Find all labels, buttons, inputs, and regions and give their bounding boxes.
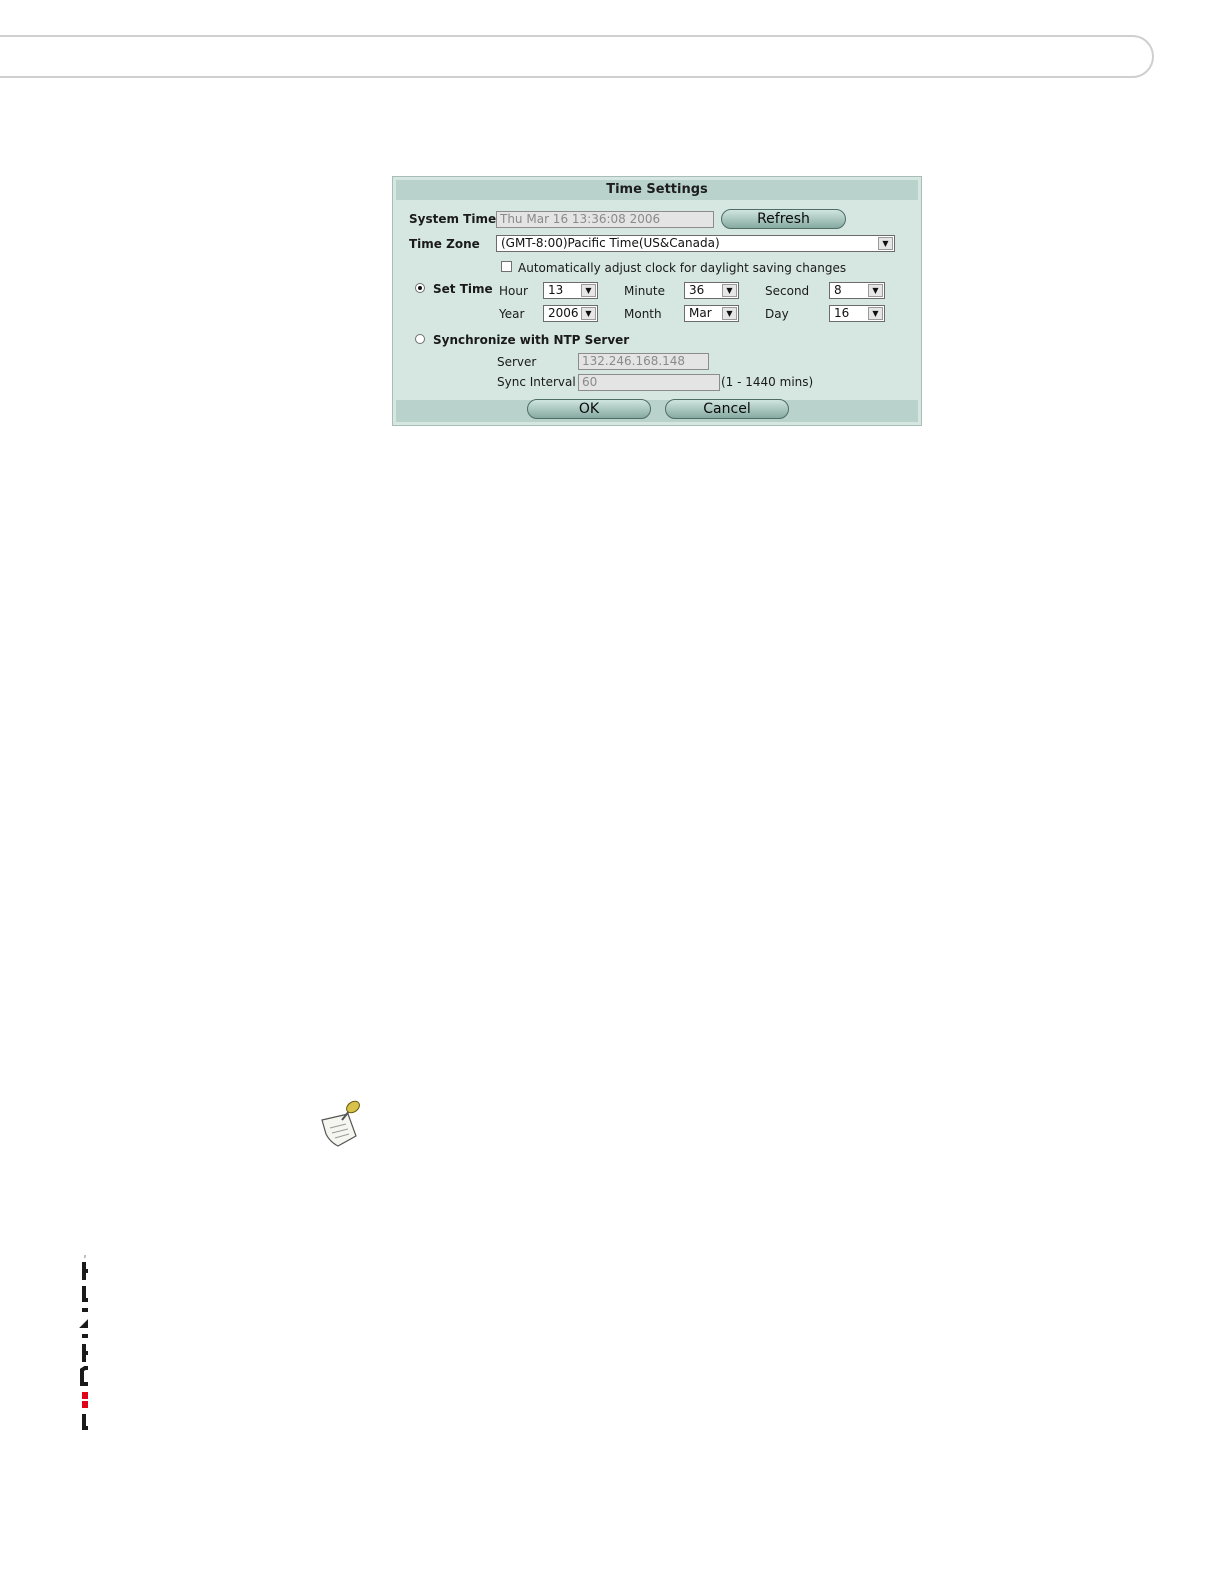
time-settings-dialog: Time Settings System Time Thu Mar 16 13:… [392, 176, 922, 426]
year-select[interactable]: 2006 ▼ [543, 305, 598, 322]
dst-label: Automatically adjust clock for daylight … [518, 261, 847, 275]
second-label: Second [765, 284, 810, 298]
day-value: 16 [834, 306, 850, 320]
time-zone-select[interactable]: (GMT-8:00)Pacific Time(US&Canada) ▼ [496, 235, 895, 252]
fortinet-logo: ™ [79, 1254, 88, 1430]
day-label: Day [765, 307, 789, 321]
minute-value: 36 [689, 283, 705, 297]
chevron-down-icon[interactable]: ▼ [581, 307, 596, 320]
chevron-down-icon[interactable]: ▼ [581, 284, 596, 297]
chevron-down-icon[interactable]: ▼ [722, 307, 737, 320]
set-time-label: Set Time [433, 282, 493, 296]
year-label: Year [499, 307, 525, 321]
year-value: 2006 [548, 306, 579, 320]
day-select[interactable]: 16 ▼ [829, 305, 885, 322]
refresh-button[interactable]: Refresh [721, 209, 846, 229]
minute-select[interactable]: 36 ▼ [684, 282, 739, 299]
chevron-down-icon[interactable]: ▼ [878, 237, 893, 250]
sync-interval-hint: (1 - 1440 mins) [721, 375, 814, 389]
month-select[interactable]: Mar ▼ [684, 305, 739, 322]
server-label: Server [497, 355, 537, 369]
minute-label: Minute [624, 284, 665, 298]
ntp-radio[interactable] [415, 334, 425, 344]
month-value: Mar [689, 306, 712, 320]
cancel-button[interactable]: Cancel [665, 399, 789, 419]
system-time-field: Thu Mar 16 13:36:08 2006 [496, 211, 714, 228]
sync-interval-field[interactable]: 60 [578, 374, 720, 391]
chevron-down-icon[interactable]: ▼ [868, 284, 883, 297]
page-header-bar [0, 35, 1154, 78]
server-field[interactable]: 132.246.168.148 [578, 353, 709, 370]
ntp-label: Synchronize with NTP Server [433, 333, 630, 347]
second-select[interactable]: 8 ▼ [829, 282, 885, 299]
system-time-label: System Time [409, 212, 497, 226]
chevron-down-icon[interactable]: ▼ [722, 284, 737, 297]
month-label: Month [624, 307, 662, 321]
dst-checkbox[interactable] [501, 261, 512, 272]
dialog-footer [396, 400, 918, 422]
chevron-down-icon[interactable]: ▼ [868, 307, 883, 320]
svg-text:™: ™ [84, 1254, 88, 1259]
hour-label: Hour [499, 284, 528, 298]
note-pin-icon [321, 1100, 360, 1147]
time-zone-value: (GMT-8:00)Pacific Time(US&Canada) [501, 236, 720, 250]
hour-value: 13 [548, 283, 564, 297]
ok-button[interactable]: OK [527, 399, 651, 419]
second-value: 8 [834, 283, 842, 297]
sync-interval-label: Sync Interval [497, 375, 576, 389]
time-zone-label: Time Zone [409, 237, 480, 251]
set-time-radio[interactable] [415, 283, 425, 293]
hour-select[interactable]: 13 ▼ [543, 282, 598, 299]
dialog-title: Time Settings [396, 180, 918, 200]
